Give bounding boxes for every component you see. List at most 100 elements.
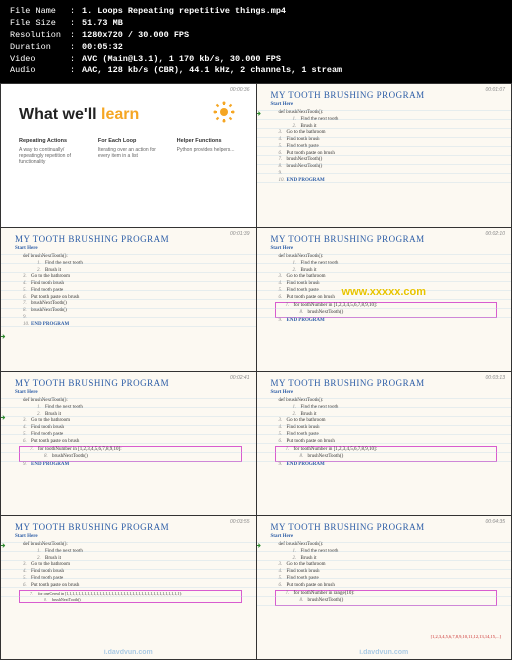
slide-col: Repeating Actions A way to continually/ r… [19,138,84,165]
file-info-row: Duration:00:05:32 [10,42,502,54]
arrow-icon: ➜ [1,542,6,550]
program-title: MY TOOTH BRUSHING PROGRAM [271,234,512,244]
code-line: 1.Find the next tooth [37,261,246,268]
label: Duration [10,42,70,54]
file-info-block: File Name:1. Loops Repeating repetitive … [0,0,512,83]
highlight-box: 7.for toothNumber in range(10): 8.brushN… [275,590,498,606]
code-line: def brushNextTooth(): [279,398,502,405]
code-line: 9.END PROGRAM [279,318,502,325]
program-body: Start Here def brushNextTooth(): 1.Find … [257,390,512,468]
value: AVC (Main@L3.1), 1 170 kb/s, 30.000 FPS [82,54,281,66]
program-body: Start Here def brushNextTooth(): 1.Find … [257,246,512,324]
code-line: 9. [279,171,502,178]
code-line: 1.Find the next tooth [37,549,246,556]
col-text: A way to continually/ repeatingly repeti… [19,147,84,165]
code-line: 10.END PROGRAM [279,178,502,185]
file-info-row: File Name:1. Loops Repeating repetitive … [10,6,502,18]
code-line: 6.Put tooth paste on brush [23,583,246,590]
slide-columns: Repeating Actions A way to continually/ r… [19,138,242,165]
program-body: Start Here ➜ def brushNextTooth(): 1.Fin… [257,102,512,184]
code-line: 2.Brush it [37,412,246,419]
code-line: 8.brushNextTooth() [44,454,239,461]
code-line: 1.Find the next tooth [293,549,502,556]
start-here: Start Here [271,246,502,253]
col-heading: For Each Loop [98,138,163,144]
code-line: 2.Brush it [37,268,246,275]
program-body: Start Here ➜ def brushNextTooth(): 1.Fin… [257,534,512,606]
timestamp: 00:01:07 [486,87,505,93]
code-line: def brushNextTooth(): [279,110,502,117]
arrow-icon: ➜ [1,414,6,422]
code-line: def brushNextTooth(): [279,542,502,549]
title-prefix: What we'll [19,106,101,123]
code-line: 4.Find tooth brush [23,425,246,432]
code-line: 6.Put tooth paste on brush [23,439,246,446]
code-line: 4.Find tooth brush [23,281,246,288]
sun-icon [212,100,236,124]
file-info-row: Audio:AAC, 128 kb/s (CBR), 44.1 kHz, 2 c… [10,65,502,77]
code-line: 1.Find the next tooth [293,405,502,412]
code-line: 2.Brush it [37,556,246,563]
code-line: def brushNextTooth(): [279,254,502,261]
code-line: 3.Go to the bathroom [279,418,502,425]
code-line: 3.Go to the bathroom [279,130,502,137]
code-line: 5.Find tooth paste [279,144,502,151]
highlight-box: 7.for oneCereal in [1,1,1,1,1,1,1,1,1,1,… [19,590,242,603]
value: 51.73 MB [82,18,123,30]
program-title: MY TOOTH BRUSHING PROGRAM [271,522,512,532]
timestamp: 00:04:35 [486,519,505,525]
label: Video [10,54,70,66]
code-line: 2.Brush it [293,556,502,563]
code-line: 3.Go to the bathroom [23,274,246,281]
code-line: 5.Find tooth paste [23,432,246,439]
code-line: 8.brushNextTooth() [300,310,495,317]
thumbnail-grid: 00:00:36 What we'll learn Repeating Acti… [0,83,512,660]
program-title: MY TOOTH BRUSHING PROGRAM [15,234,256,244]
code-line: 6.Put tooth paste on brush [279,583,502,590]
code-line: 5.Find tooth paste [23,288,246,295]
code-line: def brushNextTooth(): [23,398,246,405]
highlight-box: 7.for toothNumber in [1,2,3,4,5,6,7,8,9,… [275,446,498,462]
code-line: 7.for toothNumber in [1,2,3,4,5,6,7,8,9,… [30,447,239,454]
program-body: Start Here ➜ def brushNextTooth(): 1.Fin… [1,534,256,603]
value: 00:05:32 [82,42,123,54]
code-line: 8.brushNextTooth() [44,597,239,602]
value: AAC, 128 kb/s (CBR), 44.1 kHz, 2 channel… [82,65,342,77]
start-here: Start Here [271,534,502,541]
col-heading: Repeating Actions [19,138,84,144]
code-line: 9. [23,315,246,322]
code-line: 8.brushNextTooth() [23,308,246,315]
program-body: Start Here def brushNextTooth(): 1.Find … [1,246,256,328]
code-line: 3.Go to the bathroom [279,562,502,569]
code-line: 2.Brush it [293,124,502,131]
start-here: Start Here [15,534,246,541]
code-line: 1.Find the next tooth [37,405,246,412]
code-line: 8.brushNextTooth() [300,454,495,461]
value: 1. Loops Repeating repetitive things.mp4 [82,6,286,18]
label: File Name [10,6,70,18]
code-line: 5.Find tooth paste [23,576,246,583]
title-accent: learn [101,106,139,123]
file-info-row: Video:AVC (Main@L3.1), 1 170 kb/s, 30.00… [10,54,502,66]
program-body: Start Here def brushNextTooth(): 1.Find … [1,390,256,468]
code-line: 10.END PROGRAM [23,322,246,329]
code-line: 4.Find tooth brush [279,137,502,144]
timestamp: 00:01:39 [230,231,249,237]
highlight-box: 7.for toothNumber in [1,2,3,4,5,6,7,8,9,… [19,446,242,462]
code-line: 9.END PROGRAM [279,462,502,469]
code-line: 2.Brush it [293,412,502,419]
code-line: 3.Go to the bathroom [279,274,502,281]
timestamp: 00:00:36 [230,87,249,93]
code-line: 4.Find tooth brush [279,569,502,576]
code-line: 8.brushNextTooth() [279,164,502,171]
col-heading: Helper Functions [177,138,242,144]
code-line: 5.Find tooth paste [279,432,502,439]
timestamp: 00:02:10 [486,231,505,237]
thumbnail-cell: 00:02:10 www.xxxxx.com MY TOOTH BRUSHING… [257,228,512,371]
label: Resolution [10,30,70,42]
thumbnail-cell: 00:01:39 MY TOOTH BRUSHING PROGRAM Start… [1,228,256,371]
code-line: 5.Find tooth paste [279,288,502,295]
thumbnail-cell: 00:03:55 MY TOOTH BRUSHING PROGRAM Start… [1,516,256,659]
annotation: [1,2,3,4,5,6,7,8,9,10,11,12,13,14,15,...… [431,634,501,640]
thumbnail-cell: 00:04:35 MY TOOTH BRUSHING PROGRAM Start… [257,516,512,659]
